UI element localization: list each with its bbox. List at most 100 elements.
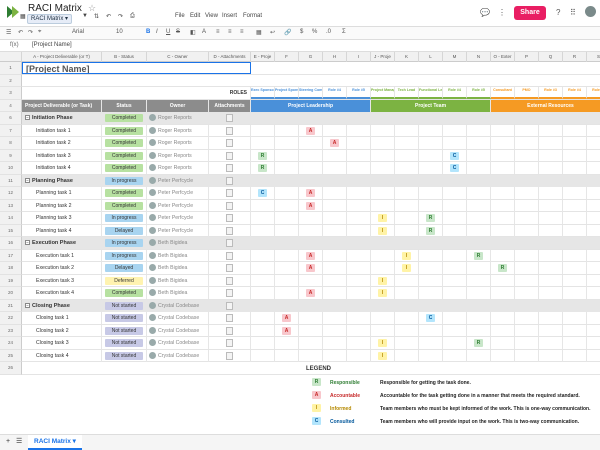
raci-cell[interactable] <box>323 337 347 349</box>
row-number[interactable]: 10 <box>0 162 22 175</box>
raci-cell[interactable] <box>251 349 275 362</box>
attachments-cell[interactable] <box>209 299 251 312</box>
owner-cell[interactable]: Roger Reports <box>147 162 209 174</box>
raci-cell[interactable] <box>347 287 371 299</box>
menu-view[interactable]: View <box>205 13 218 19</box>
task-name[interactable]: Execution task 1 <box>22 249 102 262</box>
raci-cell[interactable] <box>467 299 491 312</box>
raci-cell[interactable] <box>491 124 515 137</box>
attachment-icon[interactable] <box>226 176 233 185</box>
italic-icon[interactable]: I <box>156 29 158 35</box>
formula-value[interactable]: [Project Name] <box>32 42 72 48</box>
raci-cell[interactable] <box>419 187 443 199</box>
owner-cell[interactable]: Peter Perfcycle <box>147 187 209 199</box>
raci-cell[interactable] <box>443 287 467 299</box>
attachment-icon[interactable] <box>226 214 233 222</box>
paint-format-icon[interactable]: ⌖ <box>38 29 41 36</box>
raci-cell[interactable]: C <box>443 149 467 162</box>
owner-cell[interactable]: Peter Perfcycle <box>147 212 209 224</box>
raci-cell[interactable] <box>563 212 587 224</box>
raci-cell[interactable] <box>563 262 587 274</box>
raci-cell[interactable] <box>587 200 600 212</box>
attachments-cell[interactable] <box>209 287 251 299</box>
raci-cell[interactable] <box>299 349 323 362</box>
raci-cell[interactable] <box>347 324 371 337</box>
raci-cell[interactable] <box>467 224 491 237</box>
raci-cell[interactable] <box>323 274 347 287</box>
raci-cell[interactable] <box>443 349 467 362</box>
raci-cell[interactable] <box>539 337 563 349</box>
raci-cell[interactable] <box>539 124 563 137</box>
raci-cell[interactable] <box>491 337 515 349</box>
task-name[interactable]: Initiation task 4 <box>22 162 102 174</box>
raci-cell[interactable]: A <box>323 137 347 149</box>
raci-cell[interactable]: I <box>371 287 395 299</box>
raci-cell[interactable] <box>275 124 299 137</box>
attachment-icon[interactable] <box>226 351 233 360</box>
raci-cell[interactable]: A <box>275 324 299 337</box>
raci-cell[interactable] <box>275 287 299 299</box>
status-cell[interactable]: Delayed <box>102 224 147 237</box>
raci-cell[interactable] <box>347 274 371 287</box>
role-header[interactable]: Project Sponsor <box>275 87 299 99</box>
raci-cell[interactable] <box>515 187 539 199</box>
raci-cell[interactable] <box>491 174 515 187</box>
raci-cell[interactable] <box>419 249 443 262</box>
column-header[interactable]: S <box>587 52 600 62</box>
raci-cell[interactable] <box>371 237 395 249</box>
raci-cell[interactable] <box>419 287 443 299</box>
raci-cell[interactable]: A <box>299 199 323 212</box>
project-name-cell[interactable]: [Project Name] <box>22 62 251 74</box>
task-name[interactable]: Initiation task 1 <box>22 124 102 137</box>
font-size-selector[interactable]: 10 <box>116 29 123 35</box>
raci-cell[interactable] <box>251 262 275 274</box>
raci-cell[interactable]: I <box>371 224 395 237</box>
raci-cell[interactable] <box>395 112 419 124</box>
raci-cell[interactable] <box>539 274 563 287</box>
attachment-icon[interactable] <box>226 326 233 335</box>
raci-cell[interactable] <box>563 324 587 337</box>
raci-cell[interactable] <box>323 212 347 224</box>
task-name[interactable]: Planning task 3 <box>22 212 102 224</box>
raci-cell[interactable] <box>419 124 443 137</box>
raci-cell[interactable] <box>563 199 587 212</box>
row-number[interactable]: 9 <box>0 149 22 162</box>
status-cell[interactable]: Delayed <box>102 262 147 274</box>
attachments-cell[interactable] <box>209 249 251 262</box>
raci-cell[interactable] <box>539 324 563 337</box>
owner-cell[interactable]: Peter Perfcycle <box>147 174 209 187</box>
raci-cell[interactable] <box>515 299 539 312</box>
status-cell[interactable]: Not started <box>102 299 147 312</box>
raci-cell[interactable] <box>371 199 395 212</box>
row-number[interactable]: 4 <box>0 99 22 112</box>
raci-cell[interactable]: C <box>419 312 443 324</box>
attachment-icon[interactable] <box>226 226 233 235</box>
raci-cell[interactable] <box>347 237 371 249</box>
attachments-cell[interactable] <box>209 312 251 324</box>
raci-cell[interactable] <box>275 187 299 199</box>
raci-cell[interactable] <box>347 137 371 149</box>
raci-cell[interactable] <box>539 224 563 237</box>
raci-cell[interactable] <box>515 237 539 249</box>
role-header[interactable]: Role #4 <box>323 87 347 99</box>
attachments-cell[interactable] <box>209 224 251 237</box>
raci-cell[interactable] <box>443 299 467 312</box>
borders-icon[interactable]: ▦ <box>256 29 262 36</box>
menu-format[interactable]: Format <box>243 13 262 19</box>
raci-cell[interactable] <box>299 149 323 162</box>
task-name[interactable]: Initiation task 3 <box>22 149 102 162</box>
raci-cell[interactable] <box>467 312 491 324</box>
task-name[interactable]: Execution task 4 <box>22 287 102 299</box>
raci-cell[interactable] <box>275 212 299 224</box>
column-header[interactable]: P <box>515 52 539 62</box>
raci-cell[interactable] <box>467 287 491 299</box>
row-number[interactable]: 13 <box>0 199 22 212</box>
raci-cell[interactable]: R <box>491 262 515 274</box>
raci-cell[interactable] <box>251 112 275 124</box>
raci-cell[interactable] <box>347 224 371 237</box>
owner-cell[interactable]: Crystal Codebase <box>147 337 209 349</box>
raci-cell[interactable] <box>395 199 419 212</box>
raci-cell[interactable] <box>515 249 539 262</box>
raci-cell[interactable] <box>563 137 587 149</box>
owner-cell[interactable]: Crystal Codebase <box>147 312 209 324</box>
